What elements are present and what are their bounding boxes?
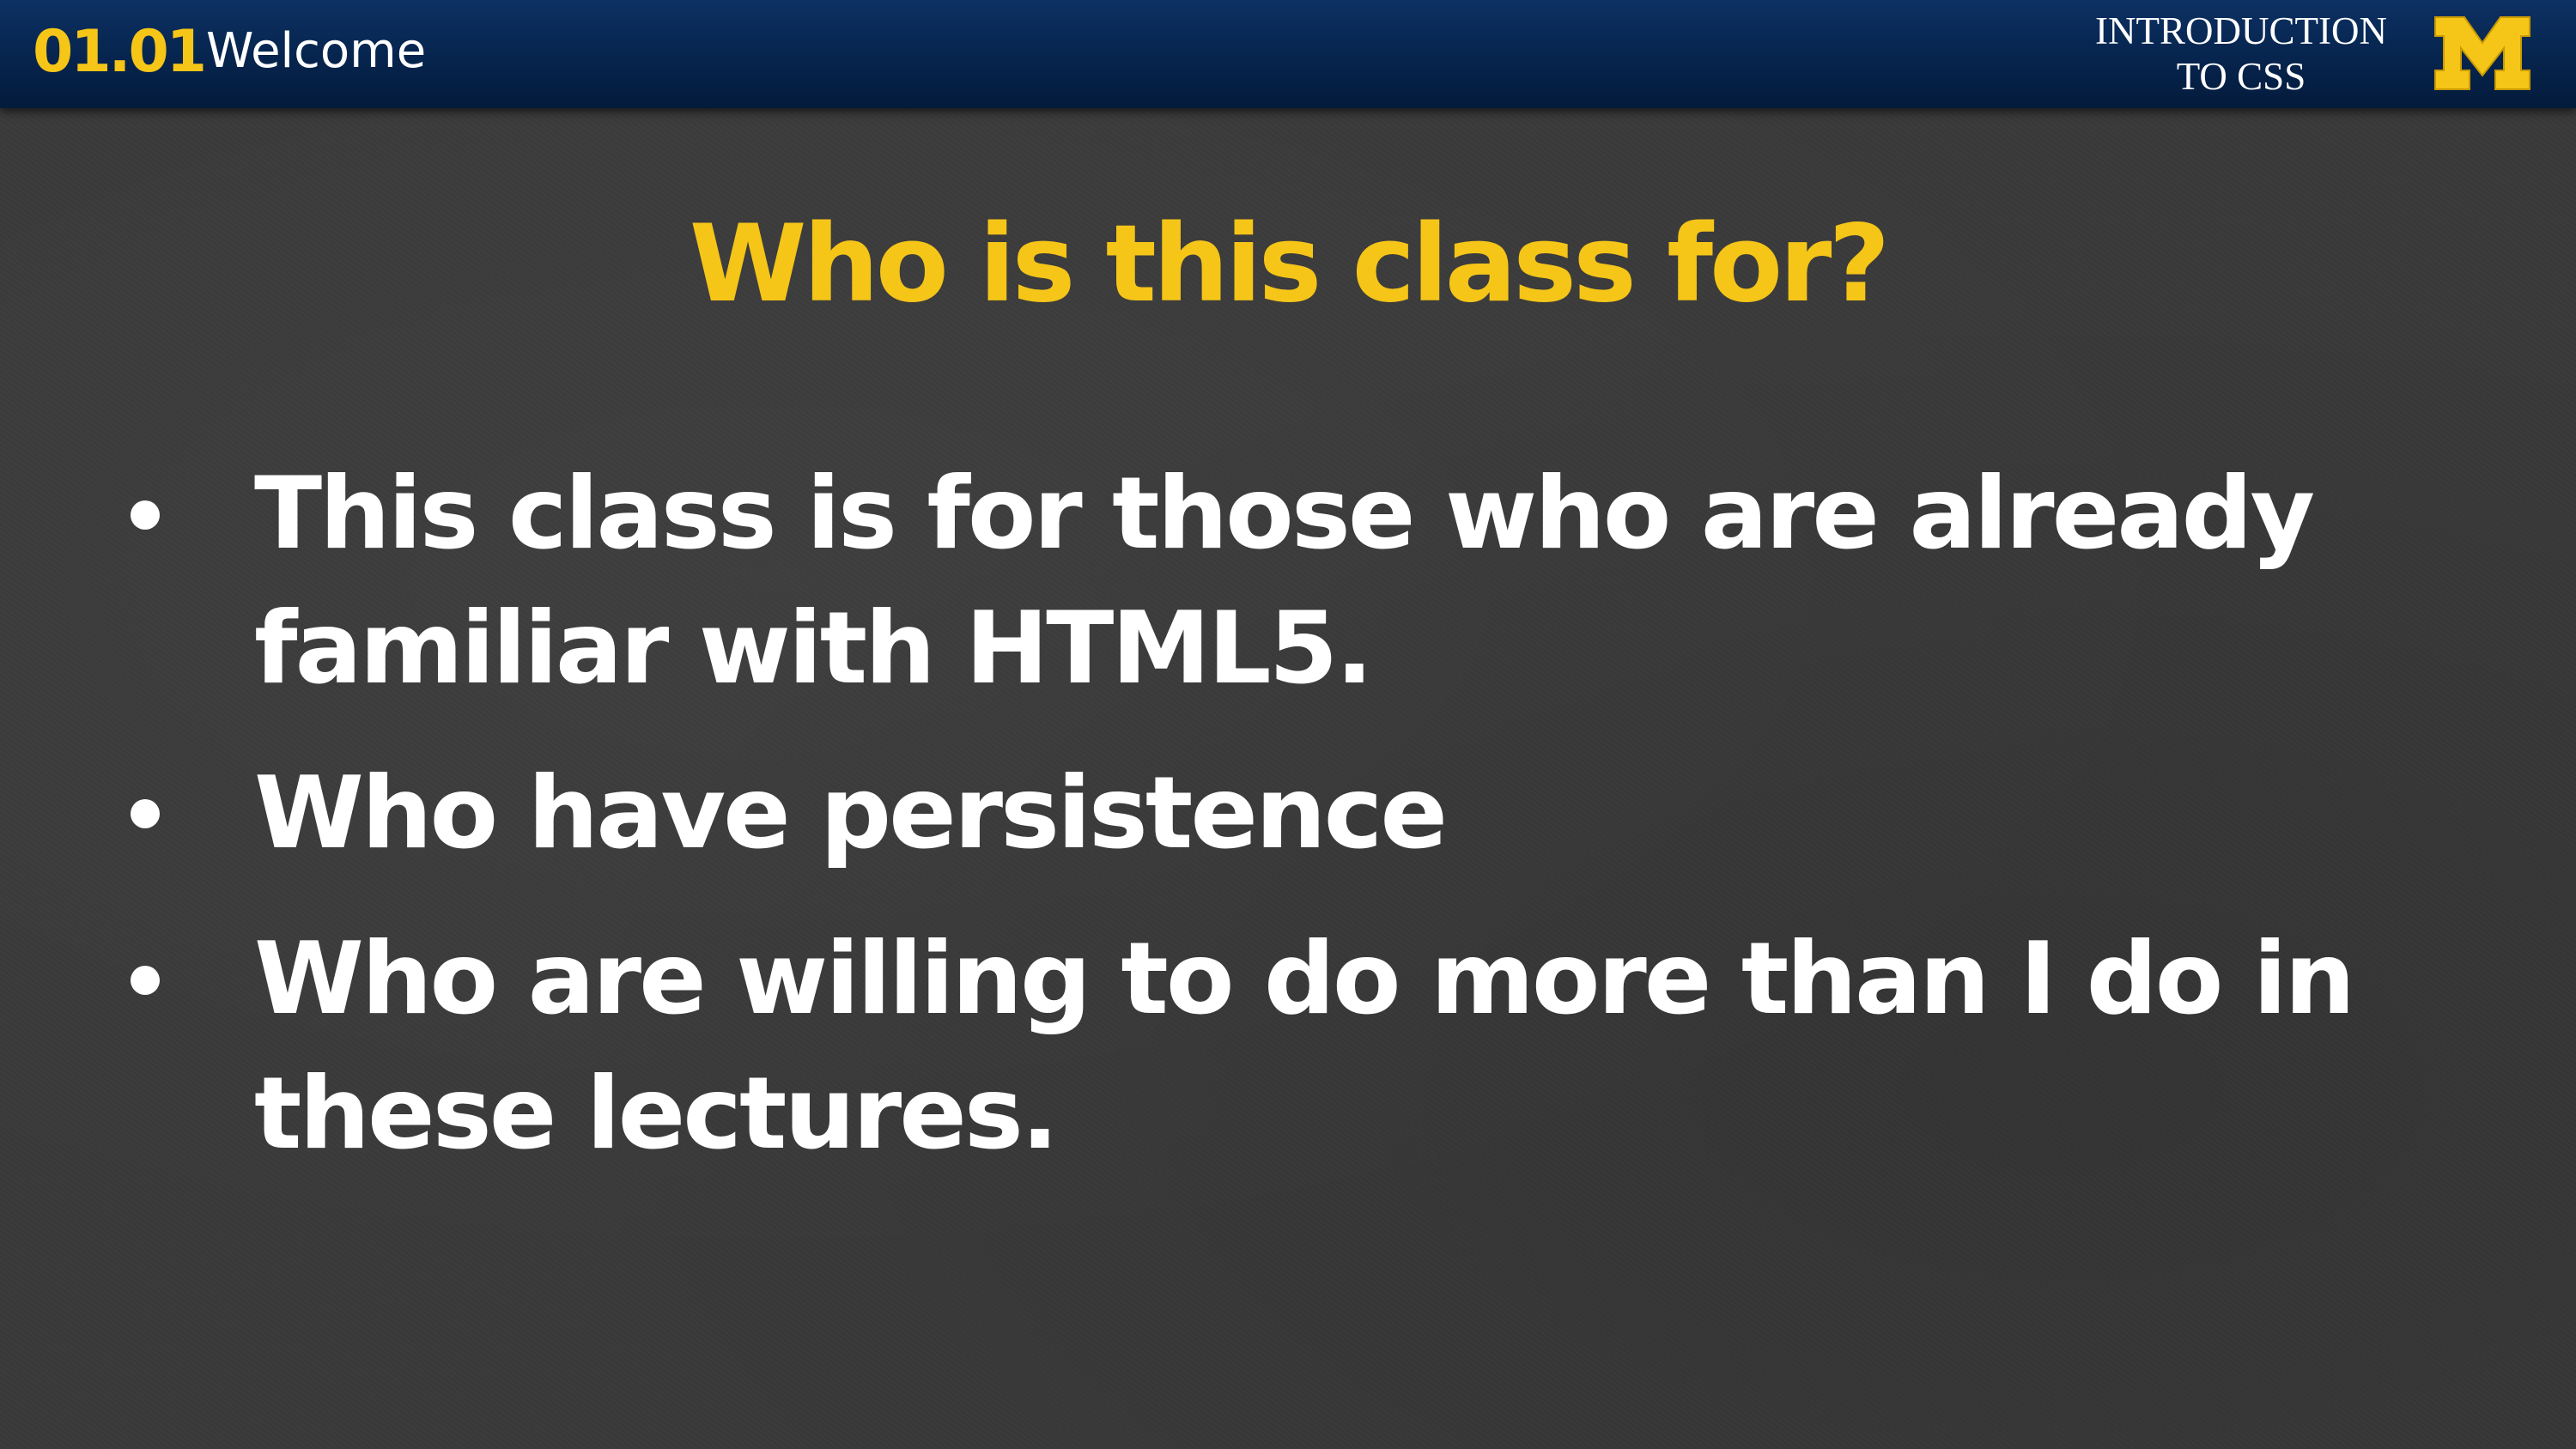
bullet-text: Who are willing to do more than I do in … xyxy=(254,912,2384,1181)
bullet-dot-icon xyxy=(131,500,160,530)
bullet-line: This class is for those who are already xyxy=(254,456,2315,572)
bullet-line: Who have persistence xyxy=(254,755,1448,871)
bullet-dot-icon xyxy=(131,799,160,828)
bullet-dot-icon xyxy=(131,966,160,995)
bullet-text: Who have persistence xyxy=(254,746,2384,881)
bullet-line: familiar with HTML5. xyxy=(254,591,1373,706)
bullet-line: Who are willing to do more than I do in xyxy=(254,921,2355,1037)
bullet-line: these lectures. xyxy=(254,1056,1059,1172)
bullet-text: This class is for those who are already … xyxy=(254,446,2384,716)
bullet-list: This class is for those who are already … xyxy=(0,0,2576,1449)
